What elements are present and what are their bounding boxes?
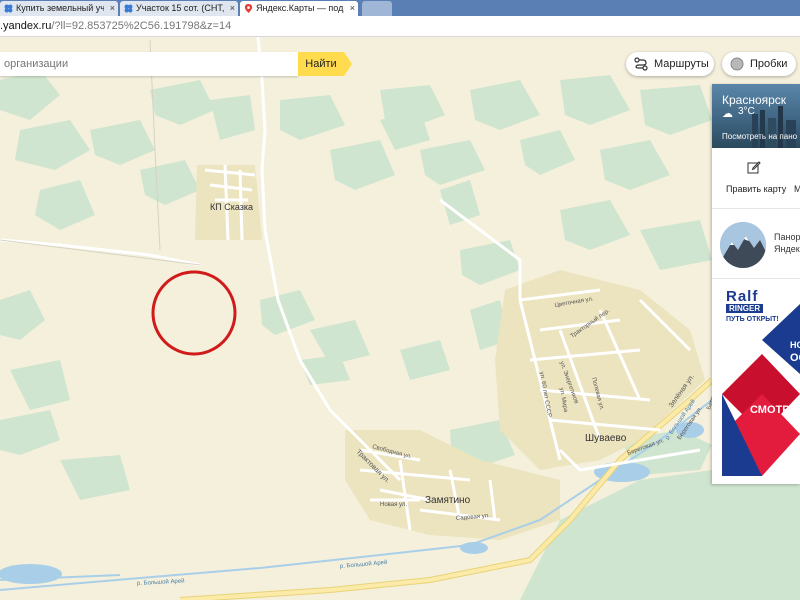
map-canvas[interactable]: КП Сказка Шуваево Замятино Цветочная ул.… xyxy=(0,37,800,600)
search-bar: Найти xyxy=(0,52,352,76)
edit-map-label: Править карту xyxy=(726,184,787,194)
weather-city: Красноярск xyxy=(722,93,787,107)
weather-widget[interactable]: Красноярск ☁ 3°C Посмотреть на пано xyxy=(712,84,800,148)
routes-button[interactable]: Маршруты xyxy=(626,52,714,76)
label-mira: ул. Мира xyxy=(558,387,568,413)
ad-text-1: НО xyxy=(790,340,800,350)
label-sixty-let: ул. 60 лет СССР xyxy=(538,371,552,417)
close-tab-icon[interactable]: × xyxy=(110,1,115,16)
browser-tab-title: Яндекс.Карты — подробн xyxy=(256,3,344,13)
panorama-thumbnail xyxy=(720,222,766,268)
traffic-icon xyxy=(730,57,744,71)
route-icon xyxy=(634,57,648,71)
label-tsvetochnaya: Цветочная ул. xyxy=(554,296,594,309)
browser-tab-title: Участок 15 сот. (СНТ, ДН xyxy=(136,3,224,13)
browser-tab-title: Купить земельный участ xyxy=(16,3,104,13)
panorama-title-line1: Панор xyxy=(774,232,800,242)
label-bolshoy-arey-2: р. Большой Арей xyxy=(340,559,388,570)
traffic-label: Пробки xyxy=(750,58,788,70)
url-path: /?ll=92.853725%2C56.191798&z=14 xyxy=(51,20,232,32)
browser-tab-bar: Купить земельный участ × Участок 15 сот.… xyxy=(0,0,800,16)
more-button-label[interactable]: М xyxy=(794,184,800,194)
ad-brand-line1: Ralf xyxy=(726,288,759,305)
close-tab-icon[interactable]: × xyxy=(230,1,235,16)
ad-text-3: СМОТРЕ xyxy=(750,404,797,416)
browser-tab-2[interactable]: Участок 15 сот. (СНТ, ДН × xyxy=(120,1,238,16)
label-svobodnaya: Свободная ул. xyxy=(371,444,412,460)
site-favicon-icon xyxy=(124,4,133,13)
url-host: .yandex.ru xyxy=(0,20,52,32)
label-zamyatino: Замятино xyxy=(425,495,471,506)
ad-slogan: ПУТЬ ОТКРЫТ! xyxy=(726,316,779,323)
divider xyxy=(712,278,800,279)
side-panel: Красноярск ☁ 3°C Посмотреть на пано Прав… xyxy=(712,84,800,484)
divider xyxy=(712,208,800,209)
edit-map-button[interactable]: Править карту М xyxy=(712,156,800,200)
label-layer: КП Сказка Шуваево Замятино Цветочная ул.… xyxy=(137,202,726,587)
label-novaya: Новая ул. xyxy=(380,502,407,508)
site-favicon-icon xyxy=(4,4,13,13)
address-bar[interactable]: .yandex.ru/?ll=92.853725%2C56.191798&z=1… xyxy=(0,16,800,37)
ad-text-2: ОС xyxy=(790,352,800,364)
new-tab-button[interactable] xyxy=(362,1,392,16)
browser-tab-1[interactable]: Купить земельный участ × xyxy=(0,1,118,16)
cloud-icon: ☁ xyxy=(722,108,733,120)
browser-tab-3-active[interactable]: Яндекс.Карты — подробн × xyxy=(240,1,358,16)
mountain-image xyxy=(720,222,766,268)
weather-more-link[interactable]: Посмотреть на пано xyxy=(722,132,797,141)
routes-label: Маршруты xyxy=(654,58,709,70)
label-traktorny: Тракторный пер. xyxy=(569,307,611,339)
traffic-button[interactable]: Пробки xyxy=(722,52,796,76)
advertisement-banner[interactable]: Ralf RINGER ПУТЬ ОТКРЫТ! НО ОС СМОТРЕ xyxy=(722,284,800,476)
label-sadovaya: Садовая ул. xyxy=(456,513,491,522)
panorama-card[interactable]: Панор Яндек xyxy=(712,216,800,272)
map-pin-favicon-icon xyxy=(244,4,253,13)
ad-brand-line2: RINGER xyxy=(726,304,764,313)
close-tab-icon[interactable]: × xyxy=(350,1,355,16)
weather-temperature: 3°C xyxy=(738,106,755,117)
pencil-icon xyxy=(747,161,761,174)
label-shuvaevo: Шуваево xyxy=(585,433,627,444)
label-traktovaya: Трактовая ул. xyxy=(355,448,391,484)
search-button-arrow xyxy=(344,52,352,76)
label-beregovaya-1: Береговая ул. xyxy=(627,438,666,457)
search-button[interactable]: Найти xyxy=(298,52,344,76)
search-input[interactable] xyxy=(0,52,298,76)
label-bolshoy-arey-1: р. Большой Арей xyxy=(137,578,185,587)
label-polevaya: Полевая ул. xyxy=(590,377,605,411)
panorama-title-line2: Яндек xyxy=(774,244,800,254)
label-kp-skazka: КП Сказка xyxy=(210,202,253,212)
